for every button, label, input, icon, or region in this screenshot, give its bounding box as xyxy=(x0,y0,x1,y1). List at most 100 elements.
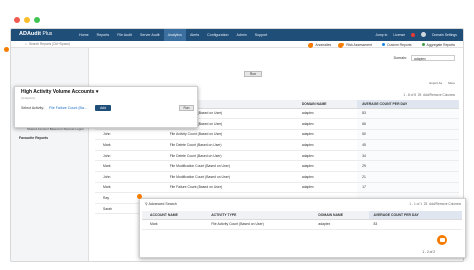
column-domain-name[interactable]: DOMAIN NAME xyxy=(296,100,358,109)
window-controls xyxy=(14,17,40,23)
custom-reports-icon xyxy=(382,43,386,47)
cell-average-count: 83 xyxy=(357,108,459,120)
sidebar-section-favourites[interactable]: Favourite Reports xyxy=(11,132,88,140)
add-remove-columns[interactable]: Add/Remove Columns xyxy=(423,93,455,97)
cell-account-name: Mark xyxy=(98,139,165,151)
notification-icon[interactable] xyxy=(411,32,416,37)
brand-logo[interactable]: ADAudit Plus xyxy=(19,31,52,37)
anomalies-label: Anomalies xyxy=(315,42,332,47)
cell-account-name: Mark xyxy=(145,219,207,230)
tab-configuration[interactable]: Configuration xyxy=(203,29,232,41)
column-average-count[interactable]: AVERAGE COUNT PER DAY xyxy=(357,100,459,109)
table-row[interactable]: John File Modification Count (Based on Us… xyxy=(95,171,459,183)
domain-select[interactable]: adaplex xyxy=(411,55,455,61)
tab-server-audit[interactable]: Server Audit xyxy=(136,29,164,41)
popup2-column-account-name[interactable]: ACCOUNT NAME xyxy=(145,211,207,220)
run-button[interactable]: Run xyxy=(244,71,262,77)
paging-range: 1 - 8 of 8 xyxy=(403,93,416,97)
tab-alerts[interactable]: Alerts xyxy=(186,29,203,41)
tab-admin[interactable]: Admin xyxy=(233,29,251,41)
popup2-add-remove-columns[interactable]: Add/Remove Columns xyxy=(429,202,461,206)
cell-domain-name: adaplex xyxy=(296,139,358,151)
cell-account-name: Mark xyxy=(98,182,165,194)
popup2-paging-range: 1 - 1 of 1 xyxy=(409,202,422,206)
cell-activity-type: File Failure Count (Based on User) xyxy=(164,182,297,194)
user-avatar[interactable] xyxy=(421,32,427,37)
brand-suffix: Plus xyxy=(42,31,53,37)
popup-run-button[interactable]: Run xyxy=(179,104,194,111)
risk-assessment-link[interactable]: Risk Assessment xyxy=(341,43,372,47)
select-activity-value[interactable]: File Failure Count (Ba... xyxy=(49,106,87,110)
cell-account-name: John xyxy=(98,171,165,183)
popup2-column-activity-type[interactable]: ACTIVITY TYPE xyxy=(206,211,314,220)
pin-icon[interactable]: ▾ xyxy=(96,89,99,95)
search-box[interactable]: ⌕ Search Reports (Ctrl+Space) xyxy=(25,42,85,47)
popup2-advanced-search[interactable]: ⚲ Advanced Search xyxy=(145,202,177,206)
aggregate-reports-label: Aggregate Reports xyxy=(426,42,455,47)
cell-activity-type: File Modification Count (Based on User) xyxy=(164,171,297,183)
cell-domain-name: adaplex xyxy=(296,182,358,194)
maximize-dot[interactable] xyxy=(34,17,40,23)
jump-to-link[interactable]: Jump to xyxy=(375,33,387,37)
domain-settings-link[interactable]: Domain Settings xyxy=(432,33,457,37)
table-row[interactable]: John File Activity Count (Based on User) a… xyxy=(95,129,459,141)
cell-average-count: 83 xyxy=(368,219,462,230)
paging-info: 1 - 8 of 8 25 Add/Remove Columns xyxy=(403,93,455,97)
tab-home[interactable]: Home xyxy=(75,29,93,41)
sub-toolbar: ⌕ Search Reports (Ctrl+Space) Anomalies R… xyxy=(11,41,463,48)
table-row[interactable]: John File Delete Count (Based on User) ada… xyxy=(95,150,459,162)
tab-support[interactable]: Support xyxy=(251,29,272,41)
popup-title-text: High Activity Volume Accounts xyxy=(21,89,95,95)
top-navigation-bar: ADAudit Plus Home Reports File Audit Server… xyxy=(11,29,463,41)
table-row[interactable]: Mark File Delete Count (Based on User) ada… xyxy=(95,139,459,151)
search-icon: ⌕ xyxy=(25,42,28,46)
step-marker-1 xyxy=(4,47,9,52)
export-as-link[interactable]: Export As xyxy=(429,81,442,85)
export-row: Export As More xyxy=(429,81,455,85)
license-link[interactable]: License xyxy=(393,33,405,37)
table-row[interactable]: Mark File Modification Count (Based on Us… xyxy=(95,160,459,173)
tab-reports[interactable]: Reports xyxy=(93,29,114,41)
popup2-table-row[interactable]: Mark File Activity Count (Based on User) a… xyxy=(142,219,462,230)
per-page-select[interactable]: 25 xyxy=(418,93,422,97)
step-marker-4 xyxy=(137,194,142,199)
popup2-column-domain-name[interactable]: DOMAIN NAME xyxy=(313,211,369,220)
top-nav: Home Reports File Audit Server Audit Analyti… xyxy=(75,29,271,41)
add-button[interactable]: Add xyxy=(95,104,111,111)
popup-subtitle: (Analytics) xyxy=(21,96,36,100)
minimize-dot[interactable] xyxy=(24,17,30,23)
close-dot[interactable] xyxy=(14,17,20,23)
custom-reports-link[interactable]: Custom Reports xyxy=(382,43,412,47)
more-link[interactable]: More xyxy=(448,81,455,85)
search-placeholder: Search Reports (Ctrl+Space) xyxy=(29,42,71,46)
cell-account-name: Mark xyxy=(98,160,165,173)
chat-support-button[interactable] xyxy=(437,235,447,245)
top-right-menu: Jump to License Domain Settings xyxy=(375,32,457,37)
cell-domain-name: adaplex xyxy=(296,118,358,130)
left-sidebar: Privilege Utilized by User Privilege Esc… xyxy=(11,48,89,261)
popup2-column-average-count[interactable]: AVERAGE COUNT PER DAY xyxy=(368,211,462,220)
cell-average-count: 17 xyxy=(357,182,459,194)
cell-domain-name: adaplex xyxy=(296,150,358,162)
cell-account-name: John xyxy=(98,129,165,141)
cell-domain-name: adaplex xyxy=(296,160,358,173)
popup2-table: ACCOUNT NAME ACTIVITY TYPE DOMAIN NAME A… xyxy=(142,211,462,230)
table-row[interactable]: Mark File Failure Count (Based on User) ad… xyxy=(95,182,459,194)
high-activity-popup: High Activity Volume Accounts ▾ (Analyti… xyxy=(14,86,198,128)
tab-analytics[interactable]: Analytics xyxy=(163,29,186,41)
popup2-per-page[interactable]: 25 xyxy=(424,202,428,206)
cell-domain-name: adaplex xyxy=(296,108,358,120)
anomalies-link[interactable]: Anomalies xyxy=(310,43,331,47)
aggregate-reports-link[interactable]: Aggregate Reports xyxy=(421,42,455,47)
popup2-advanced-search-label: Advanced Search xyxy=(148,202,177,206)
step-marker-3 xyxy=(338,43,343,48)
cell-domain-name: adaplex xyxy=(296,129,358,141)
filtered-results-popup: ⚲ Advanced Search 1 - 1 of 1 25 Add/Remo… xyxy=(139,198,466,258)
cell-average-count: 50 xyxy=(357,129,459,141)
cell-activity-type: File Delete Count (Based on User) xyxy=(164,139,297,151)
cell-average-count: 21 xyxy=(357,171,459,183)
tab-file-audit[interactable]: File Audit xyxy=(113,29,136,41)
cell-domain-name: adaplex xyxy=(296,171,358,183)
select-activity-label: Select Activity: xyxy=(21,106,45,110)
cell-account-name: John xyxy=(98,150,165,162)
